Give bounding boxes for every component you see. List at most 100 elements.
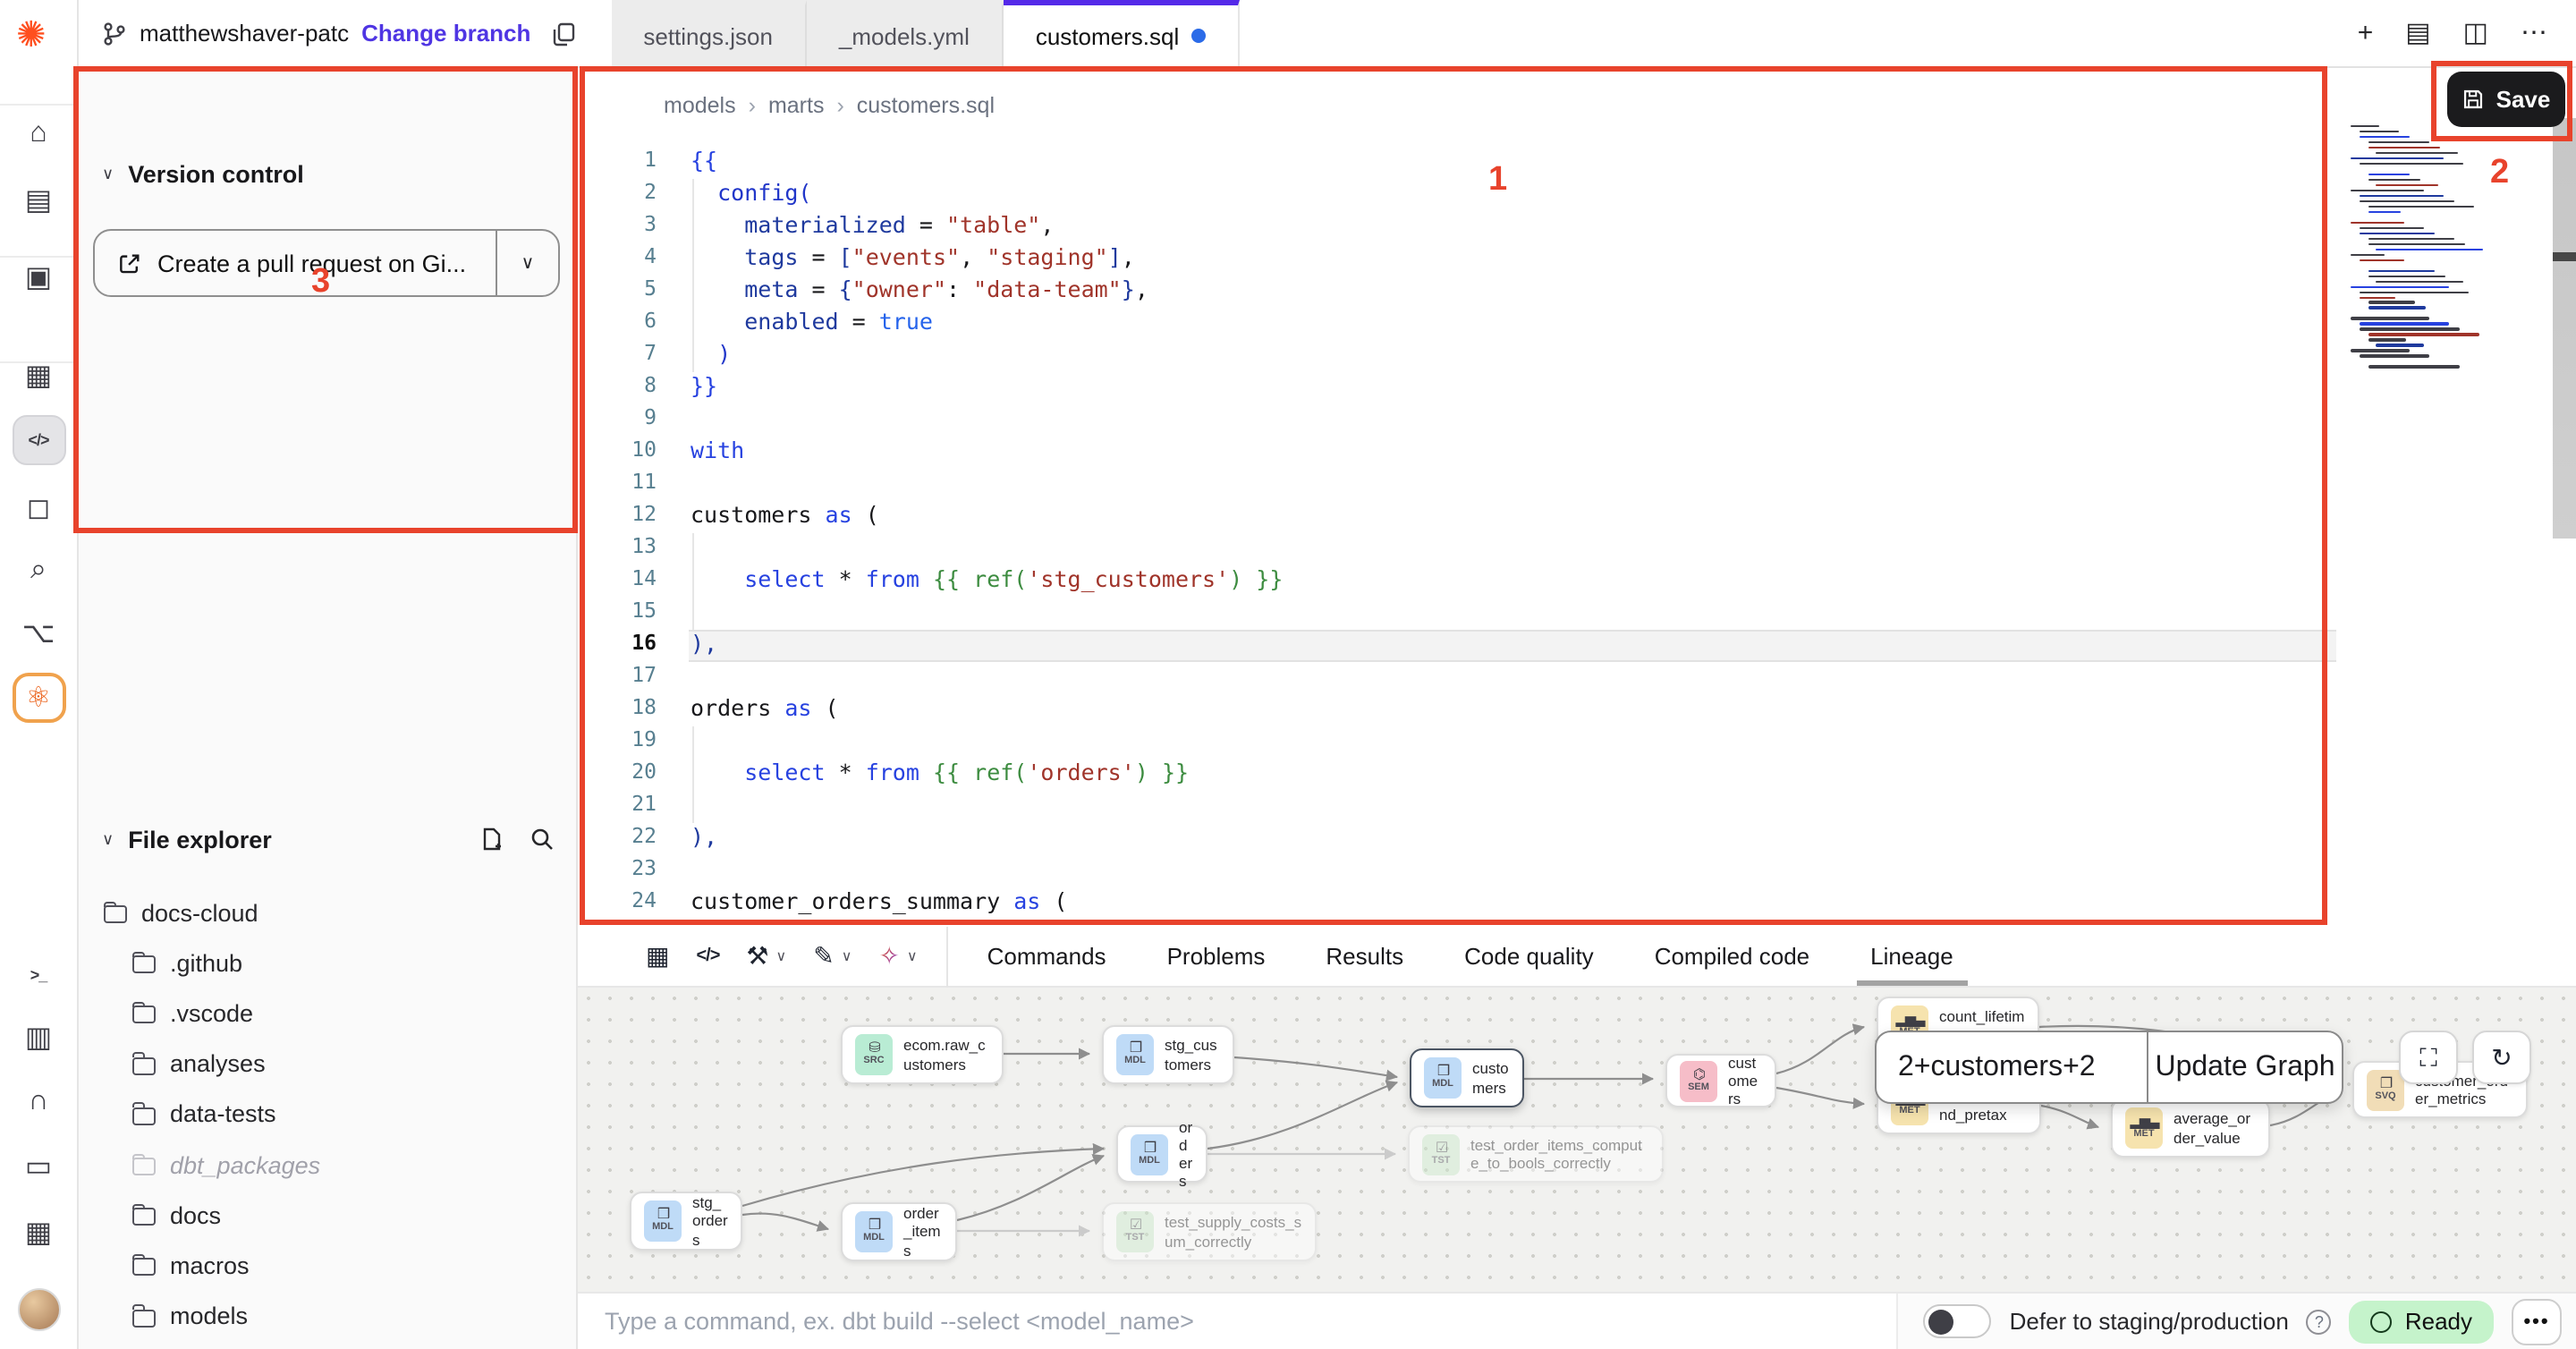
sidebar-orchestration-icon[interactable]: ⌥ [12, 608, 65, 658]
scrollbar-thumb[interactable] [2553, 252, 2576, 261]
code-line-14[interactable]: 14 select * from {{ ref('stg_customers')… [578, 565, 2336, 598]
more-options-button[interactable]: ••• [2512, 1298, 2562, 1345]
copilot-wand-tool[interactable]: ✧∨ [878, 941, 917, 971]
code-line-24[interactable]: 24customer_orders_summary as ( [578, 887, 2336, 920]
file-tree-item-data-tests[interactable]: data-tests [132, 1090, 276, 1140]
code-line-7[interactable]: 7 ) [578, 340, 2336, 372]
split-view-icon[interactable]: ◫ [2463, 20, 2488, 47]
code-lines[interactable]: 1{{2 config(3 materialized = "table",4 t… [578, 147, 2336, 920]
code-line-8[interactable]: 8}} [578, 372, 2336, 404]
bottom-tab-commands[interactable]: Commands [987, 927, 1106, 986]
tab-_models.yml[interactable]: _models.yml [807, 0, 1004, 66]
new-tab-icon[interactable]: + [2358, 20, 2374, 47]
code-line-15[interactable]: 15 [578, 598, 2336, 630]
save-button[interactable]: Save [2447, 72, 2565, 127]
code-line-17[interactable]: 17 [578, 662, 2336, 694]
code-line-9[interactable]: 9 [578, 404, 2336, 437]
code-line-19[interactable]: 19 [578, 726, 2336, 759]
build-tools-wrench-tool[interactable]: ⚒∨ [746, 941, 786, 971]
lineage-graph[interactable]: 2+customers+2 Update Graph ⛁SRCecom.raw_… [578, 988, 2576, 1292]
command-input[interactable]: Type a command, ex. dbt build --select <… [578, 1294, 1897, 1349]
file-tree-item-analyses[interactable]: analyses [132, 1039, 266, 1089]
copy-branch-icon[interactable] [550, 21, 575, 46]
lineage-node-stg_orders[interactable]: ❒MDLstg_orders [630, 1192, 742, 1251]
pr-dropdown-toggle[interactable]: ∨ [497, 231, 558, 295]
help-icon[interactable]: ? [2307, 1309, 2332, 1334]
lineage-node-test_supply_costs_sum_correctly[interactable]: ☑TSTtest_supply_costs_sum_correctly [1102, 1202, 1317, 1261]
file-explorer-header[interactable]: ∨ File explorer [102, 827, 272, 853]
lineage-node-order_items[interactable]: ❒MDLorder_items [841, 1202, 957, 1261]
code-line-11[interactable]: 11 [578, 469, 2336, 501]
lint-broom-tool[interactable]: ✎∨ [813, 941, 852, 971]
new-file-icon[interactable] [479, 827, 504, 852]
lineage-selector-input[interactable]: 2+customers+2 [1877, 1032, 2148, 1102]
sidebar-code-editor-icon[interactable]: </> [12, 415, 65, 465]
minimap[interactable] [2336, 68, 2551, 927]
sidebar-canvas-icon[interactable]: ◻ [12, 483, 65, 533]
version-control-header[interactable]: ∨ Version control [102, 161, 304, 188]
lineage-node-test_order_items_compute_to_bools_correctly[interactable]: ☑TSTtest_order_items_compute_to_bools_co… [1408, 1125, 1664, 1183]
sidebar-support-headset-icon[interactable]: ∩ [12, 1077, 65, 1127]
file-tree-item-macros[interactable]: macros [132, 1241, 250, 1291]
bottom-tab-lineage[interactable]: Lineage [1870, 927, 1953, 986]
sidebar-inbox-icon[interactable]: ▣ [12, 252, 65, 302]
code-line-16[interactable]: 16), [578, 630, 2336, 662]
code-line-3[interactable]: 3 materialized = "table", [578, 211, 2336, 243]
code-line-5[interactable]: 5 meta = {"owner": "data-team"}, [578, 276, 2336, 308]
update-graph-button[interactable]: Update Graph [2148, 1032, 2342, 1102]
code-line-21[interactable]: 21 [578, 791, 2336, 823]
file-tree-item-.vscode[interactable]: .vscode [132, 988, 253, 1039]
search-icon[interactable] [530, 827, 555, 852]
code-line-6[interactable]: 6 enabled = true [578, 308, 2336, 340]
sidebar-notebook-icon[interactable]: ▤ [12, 175, 65, 225]
create-pr-button[interactable]: Create a pull request on Gi... ∨ [93, 229, 560, 297]
sidebar-home-icon[interactable]: ⌂ [12, 109, 65, 159]
status-badge[interactable]: Ready [2350, 1300, 2494, 1343]
results-table-tool[interactable]: ▦ [646, 941, 669, 971]
lineage-fullscreen-button[interactable]: ⛶ [2399, 1031, 2458, 1084]
sidebar-projects-icon[interactable]: ▭ [12, 1141, 65, 1192]
code-line-4[interactable]: 4 tags = ["events", "staging"], [578, 243, 2336, 276]
defer-toggle[interactable] [1924, 1304, 1992, 1338]
lineage-node-average_order_value[interactable]: ▂▅▃METaverage_order_value [2111, 1099, 2270, 1158]
code-line-2[interactable]: 2 config( [578, 179, 2336, 211]
sidebar-fusion-atom-icon[interactable]: ⚛ [12, 673, 65, 723]
notebook-icon[interactable]: ▤ [2405, 20, 2430, 47]
file-tree-item-.github[interactable]: .github [132, 938, 242, 988]
sidebar-terminal-icon[interactable]: >_ [12, 950, 65, 1000]
tab-settings.json[interactable]: settings.json [611, 0, 807, 66]
lineage-node-customers[interactable]: ❒MDLcustomers [1410, 1048, 1524, 1107]
file-tree-item-docs-cloud[interactable]: docs-cloud [104, 887, 258, 938]
user-avatar[interactable] [17, 1288, 60, 1331]
change-branch-link[interactable]: Change branch [361, 20, 530, 47]
bottom-tab-compiled-code[interactable]: Compiled code [1655, 927, 1809, 986]
file-tree-item-marts[interactable]: marts [161, 1342, 259, 1349]
code-line-23[interactable]: 23 [578, 855, 2336, 887]
bottom-tab-problems[interactable]: Problems [1167, 927, 1266, 986]
bottom-tab-code-quality[interactable]: Code quality [1464, 927, 1594, 986]
lineage-node-customers[interactable]: ⌬SEMcustomers [1665, 1054, 1776, 1107]
code-line-22[interactable]: 22), [578, 823, 2336, 855]
code-line-12[interactable]: 12customers as ( [578, 501, 2336, 533]
lineage-refresh-button[interactable]: ↻ [2472, 1031, 2531, 1084]
sidebar-warehouse-icon[interactable]: ▦ [12, 1208, 65, 1258]
code-line-20[interactable]: 20 select * from {{ ref('orders') }} [578, 759, 2336, 791]
code-line-10[interactable]: 10with [578, 437, 2336, 469]
code-line-13[interactable]: 13 [578, 533, 2336, 565]
tab-customers.sql[interactable]: customers.sql [1004, 0, 1240, 66]
bottom-tab-results[interactable]: Results [1326, 927, 1403, 986]
lineage-node-ecom.raw_customers[interactable]: ⛁SRCecom.raw_customers [841, 1025, 1004, 1084]
sidebar-dashboard-icon[interactable]: ▦ [12, 351, 65, 401]
lineage-node-orders[interactable]: ❒MDLorders [1116, 1125, 1208, 1183]
file-tree-item-dbt_packages[interactable]: dbt_packages [132, 1140, 320, 1190]
sidebar-query-audit-icon[interactable]: ⌕ [12, 546, 65, 596]
code-view-tool[interactable]: </> [696, 946, 719, 966]
file-tree-item-docs[interactable]: docs [132, 1190, 221, 1240]
minimap-scrollbar[interactable] [2553, 118, 2576, 539]
sidebar-logs-icon[interactable]: ▥ [12, 1013, 65, 1063]
file-tree-item-models[interactable]: models [132, 1291, 248, 1341]
lineage-node-stg_customers[interactable]: ❒MDLstg_customers [1102, 1025, 1234, 1084]
more-options-icon[interactable]: ⋯ [2521, 20, 2547, 47]
code-line-18[interactable]: 18orders as ( [578, 694, 2336, 726]
create-pr-main[interactable]: Create a pull request on Gi... [95, 231, 497, 295]
